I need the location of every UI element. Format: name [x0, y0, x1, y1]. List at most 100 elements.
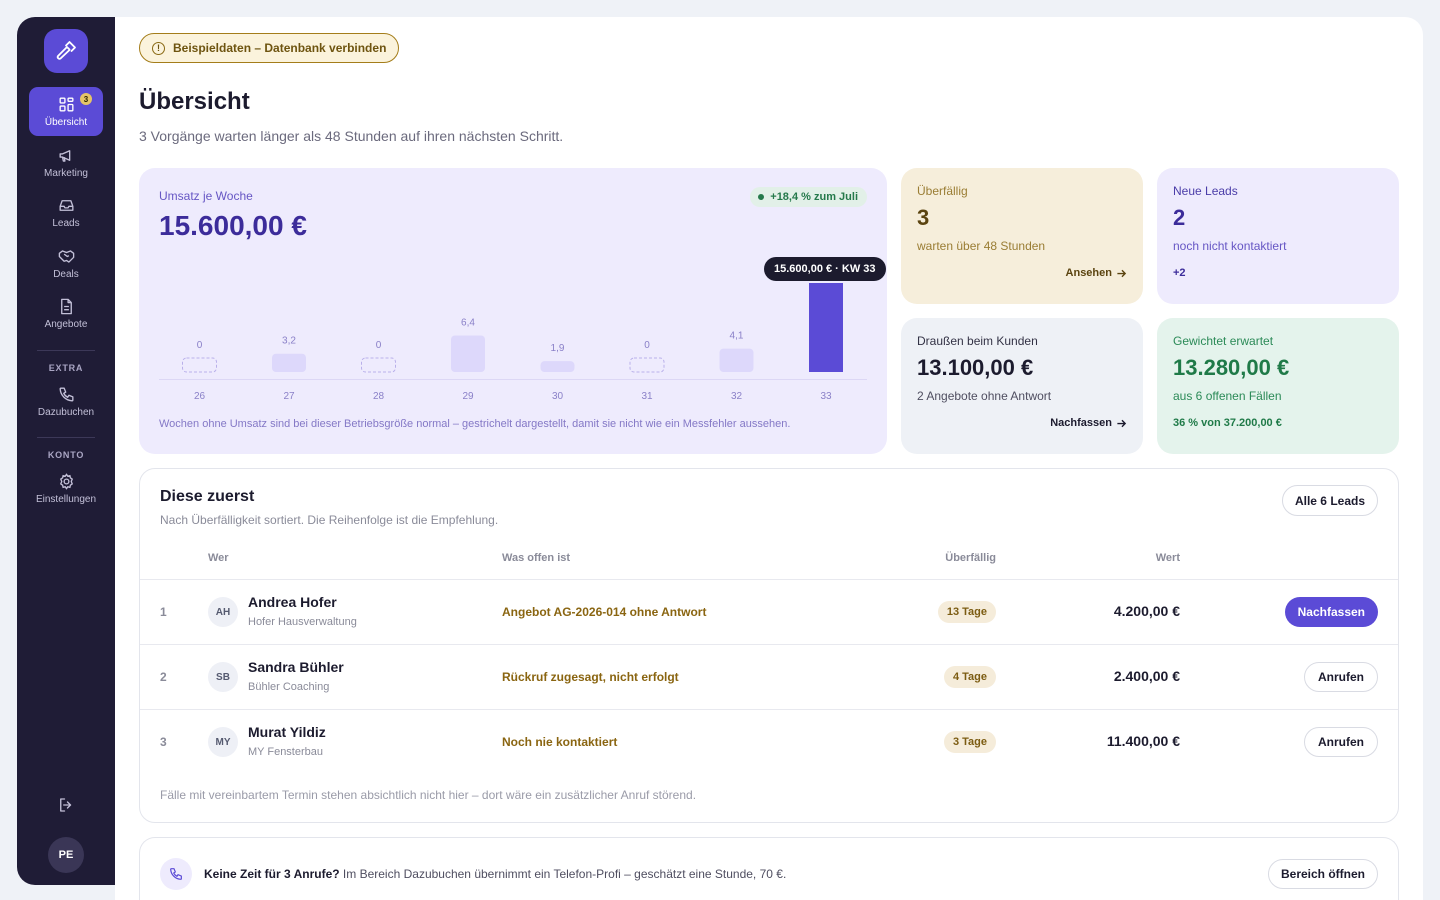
- overdue-badge: 3 Tage: [943, 731, 996, 753]
- row-rank: 1: [160, 605, 167, 619]
- contact-company: MY Fensterbau: [248, 746, 324, 758]
- view-overdue-link[interactable]: Ansehen: [1066, 267, 1127, 279]
- new-leads-delta: +2: [1173, 267, 1186, 279]
- document-icon: [60, 298, 72, 315]
- chart-x-tick-label: 33: [820, 391, 832, 402]
- chart-note: Wochen ohne Umsatz sind bei dieser Betri…: [159, 418, 791, 430]
- chart-x-tick-label: 27: [283, 391, 295, 402]
- sidebar-item-label: Dazubuchen: [37, 406, 95, 418]
- chart-x-tick-label: 28: [373, 391, 385, 402]
- chart-value-label: 4,1: [730, 331, 744, 342]
- contact-name: Sandra Bühler: [248, 659, 344, 675]
- call-button[interactable]: Anrufen: [1304, 662, 1378, 692]
- sidebar-item-einstellungen[interactable]: Einstellungen: [29, 464, 103, 513]
- priority-title: Diese zuerst: [160, 488, 255, 505]
- outstanding-offers-card[interactable]: Draußen beim Kunden 13.100,00 € 2 Angebo…: [901, 318, 1143, 454]
- sidebar-item-leads[interactable]: Leads: [29, 188, 103, 237]
- page-title: Übersicht: [139, 88, 250, 115]
- upsell-bold: Keine Zeit für 3 Anrufe?: [204, 867, 340, 881]
- follow-up-button[interactable]: Nachfassen: [1284, 597, 1378, 627]
- sidebar-item-deals[interactable]: Deals: [29, 239, 103, 288]
- overdue-subtitle: warten über 48 Stunden: [917, 239, 1046, 253]
- info-icon: !: [152, 41, 165, 55]
- sidebar-item-marketing[interactable]: Marketing: [29, 138, 103, 187]
- contact-name: Murat Yildiz: [248, 724, 326, 740]
- upsell-body: Im Bereich Dazubuchen übernimmt ein Tele…: [339, 867, 787, 881]
- sidebar-section-konto: KONTO: [47, 450, 85, 460]
- column-header-who: Wer: [208, 552, 229, 564]
- sidebar-item-uebersicht[interactable]: 3 Übersicht: [29, 87, 103, 136]
- sidebar-item-dazubuchen[interactable]: Dazubuchen: [29, 377, 103, 426]
- open-task: Noch nie kontaktiert: [502, 735, 618, 749]
- overdue-label: Überfällig: [917, 184, 968, 198]
- hammer-icon: [56, 41, 76, 60]
- overdue-card[interactable]: Überfällig 3 warten über 48 Stunden Anse…: [901, 168, 1143, 304]
- chart-bar-26[interactable]: [182, 357, 217, 373]
- weighted-value: 13.280,00 €: [1173, 355, 1290, 380]
- handshake-icon: [58, 249, 74, 263]
- link-label: Nachfassen: [1050, 417, 1112, 429]
- follow-up-link[interactable]: Nachfassen: [1050, 417, 1127, 429]
- chart-value-label: 0: [197, 340, 203, 351]
- row-rank: 3: [160, 735, 167, 749]
- new-leads-value: 2: [1173, 205, 1186, 230]
- deal-value: 11.400,00 €: [1106, 733, 1180, 749]
- revenue-card: Umsatz je Woche 15.600,00 € +18,4 % zum …: [139, 168, 887, 454]
- row-rank: 2: [160, 670, 167, 684]
- overdue-badge: 4 Tage: [943, 666, 996, 688]
- new-leads-label: Neue Leads: [1173, 184, 1238, 198]
- call-button[interactable]: Anrufen: [1304, 727, 1378, 757]
- table-row[interactable]: 1 AH Andrea Hofer Hofer Hausverwaltung A…: [140, 580, 1398, 644]
- weighted-expected-card[interactable]: Gewichtet erwartet 13.280,00 € aus 6 off…: [1157, 318, 1399, 454]
- app-logo[interactable]: [44, 29, 88, 73]
- sidebar-item-label: Leads: [52, 218, 80, 229]
- sidebar-item-label: Marketing: [44, 167, 88, 179]
- main-panel: ! Beispieldaten – Datenbank verbinden Üb…: [115, 17, 1423, 900]
- priority-subtitle: Nach Überfälligkeit sortiert. Die Reihen…: [160, 513, 499, 527]
- all-leads-button[interactable]: Alle 6 Leads: [1281, 485, 1378, 516]
- chart-x-tick-label: 26: [194, 391, 206, 402]
- chart-bar-28[interactable]: [361, 357, 396, 373]
- chart-value-label: 0: [644, 340, 650, 351]
- new-leads-card[interactable]: Neue Leads 2 noch nicht kontaktiert +2: [1157, 168, 1399, 304]
- upsell-banner: Keine Zeit für 3 Anrufe? Im Bereich Dazu…: [139, 837, 1399, 900]
- chart-x-tick-label: 31: [641, 391, 653, 402]
- weighted-subtitle: aus 6 offenen Fällen: [1173, 389, 1282, 403]
- logout-icon: [60, 798, 72, 812]
- phone-icon-badge: [160, 858, 192, 890]
- deal-value: 4.200,00 €: [1113, 603, 1180, 619]
- chart-bar-31[interactable]: [629, 357, 665, 373]
- open-task: Rückruf zugesagt, nicht erfolgt: [502, 670, 679, 684]
- demo-data-banner[interactable]: ! Beispieldaten – Datenbank verbinden: [139, 33, 400, 63]
- logout-button[interactable]: [54, 793, 78, 817]
- sidebar-item-label: Einstellungen: [35, 494, 97, 505]
- chart-tooltip: 15.600,00 € · KW 33: [764, 257, 886, 281]
- chart-x-tick-label: 30: [552, 391, 564, 402]
- table-row[interactable]: 3 MY Murat Yildiz MY Fensterbau Noch nie…: [140, 710, 1398, 774]
- chart-bar-27[interactable]: [272, 353, 306, 372]
- user-avatar[interactable]: PE: [48, 837, 84, 873]
- chart-bar-30[interactable]: [540, 361, 575, 372]
- weighted-label: Gewichtet erwartet: [1173, 334, 1274, 348]
- sidebar-item-angebote[interactable]: Angebote: [29, 289, 103, 338]
- phone-icon: [170, 868, 182, 880]
- chart-bar-32[interactable]: [719, 348, 754, 372]
- chart-bar-29[interactable]: [451, 335, 485, 372]
- sidebar-item-label: Übersicht: [44, 117, 88, 128]
- column-header-open: Was offen ist: [502, 552, 571, 564]
- priority-table-card: Diese zuerst Nach Überfälligkeit sortier…: [139, 468, 1399, 823]
- link-label: Ansehen: [1065, 267, 1112, 279]
- chart-bar-33[interactable]: [809, 283, 843, 372]
- table-row[interactable]: 2 SB Sandra Bühler Bühler Coaching Rückr…: [140, 645, 1398, 709]
- outstanding-label: Draußen beim Kunden: [917, 334, 1038, 348]
- contact-company: Bühler Coaching: [248, 681, 330, 693]
- megaphone-icon: [58, 149, 70, 162]
- open-section-button[interactable]: Bereich öffnen: [1267, 859, 1378, 889]
- outstanding-value: 13.100,00 €: [917, 355, 1034, 380]
- contact-name: Andrea Hofer: [248, 594, 337, 610]
- sidebar-section-extra: EXTRA: [48, 362, 84, 373]
- contact-avatar: SB: [208, 662, 238, 692]
- revenue-bar-chart: 0 26 3,2 27 0 28 6,4 29 1,9 30 0 31 4,1 32 33: [159, 283, 867, 402]
- sidebar-divider: [37, 349, 95, 351]
- demo-data-text: Beispieldaten – Datenbank verbinden: [173, 41, 387, 55]
